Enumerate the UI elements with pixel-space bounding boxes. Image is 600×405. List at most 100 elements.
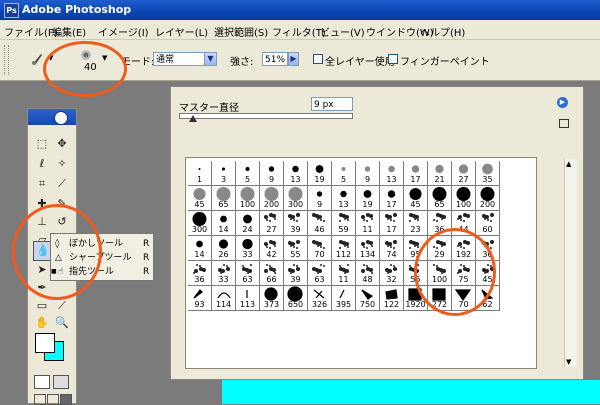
brush-preset-cell[interactable]: 100 [452, 186, 476, 211]
notes-tool-icon[interactable]: ▭ [33, 297, 51, 315]
brush-preset-cell[interactable]: 373 [260, 286, 284, 311]
brush-preset-cell[interactable]: 19 [356, 186, 380, 211]
brush-preset-cell[interactable]: 48 [356, 261, 380, 286]
brush-preset-cell[interactable]: 39 [284, 261, 308, 286]
zoom-tool-icon[interactable]: 🔍 [53, 314, 71, 332]
menu-file[interactable]: ファイル(F) [4, 24, 58, 39]
brush-preset-cell[interactable]: 27 [260, 211, 284, 236]
brush-preset-cell[interactable]: 114 [212, 286, 236, 311]
brush-preset-cell[interactable]: 11 [356, 211, 380, 236]
smudge-tool-preset-icon[interactable] [30, 50, 44, 66]
brush-preset-cell[interactable]: 113 [236, 286, 260, 311]
brush-preset-cell[interactable]: 65 [428, 186, 452, 211]
brush-preset-cell[interactable]: 45 [188, 186, 212, 211]
menu-filter[interactable]: フィルタ(T) [272, 24, 326, 39]
brush-preset-cell[interactable]: 650 [284, 286, 308, 311]
master-diameter-input[interactable]: 9 px [311, 97, 353, 111]
screen-mode-standard-icon[interactable] [34, 394, 46, 405]
brush-preset-cell[interactable]: 300 [188, 211, 212, 236]
brush-preset-cell[interactable]: 3 [212, 161, 236, 186]
brush-preset-cell[interactable]: 65 [212, 186, 236, 211]
menu-layer[interactable]: レイヤー(L) [155, 24, 208, 39]
move-tool-icon[interactable]: ✥ [53, 135, 71, 153]
foreground-color-swatch[interactable] [35, 333, 55, 353]
brush-preset-cell[interactable]: 750 [356, 286, 380, 311]
brush-preset-cell[interactable]: 21 [428, 161, 452, 186]
brush-preset-cell[interactable]: 60 [476, 211, 500, 236]
brush-preset-cell[interactable]: 39 [284, 211, 308, 236]
brush-preset-cell[interactable]: 33 [212, 261, 236, 286]
brush-preset-cell[interactable]: 395 [332, 286, 356, 311]
brush-preset-cell[interactable]: 326 [308, 286, 332, 311]
brush-preset-cell[interactable]: 9 [356, 161, 380, 186]
mode-dropdown-arrow[interactable]: ▼ [204, 52, 217, 66]
options-bar-grip[interactable] [4, 45, 9, 75]
menu-edit[interactable]: 編集(E) [52, 24, 86, 39]
menu-image[interactable]: イメージ(I) [98, 24, 149, 39]
brush-preset-cell[interactable]: 14 [188, 236, 212, 261]
strength-slider-toggle[interactable]: ▶ [288, 52, 299, 66]
scroll-up-arrow-icon[interactable]: ▲ [566, 160, 571, 168]
brush-preset-cell[interactable]: 46 [308, 211, 332, 236]
panel-resize-icon[interactable] [559, 119, 569, 128]
master-diameter-slider[interactable] [179, 113, 353, 119]
quick-mask-mode-icon[interactable] [53, 375, 69, 389]
marquee-tool-icon[interactable]: ⬚ [33, 135, 51, 153]
brush-preset-cell[interactable]: 200 [260, 186, 284, 211]
brush-preset-cell[interactable]: 13 [332, 186, 356, 211]
slice-tool-icon[interactable]: ⟋ [53, 175, 71, 193]
brush-preset-cell[interactable]: 33 [236, 236, 260, 261]
brush-grid-scrollbar[interactable]: ▲ ▼ [564, 159, 577, 367]
lasso-tool-icon[interactable]: ℓ [33, 155, 51, 173]
panel-menu-arrow-icon[interactable]: ▶ [557, 97, 568, 108]
menu-help[interactable]: ヘルプ(H) [420, 24, 465, 39]
brush-preset-cell[interactable]: 42 [260, 236, 284, 261]
magic-wand-tool-icon[interactable]: ✧ [53, 155, 71, 173]
standard-mode-icon[interactable] [34, 375, 50, 389]
screen-mode-full-icon[interactable] [60, 394, 72, 405]
document-canvas[interactable] [222, 380, 600, 404]
brush-preset-cell[interactable]: 23 [404, 211, 428, 236]
brush-preset-cell[interactable]: 5 [236, 161, 260, 186]
brush-preset-cell[interactable]: 27 [452, 161, 476, 186]
brush-preset-cell[interactable]: 26 [212, 236, 236, 261]
toolbox-header[interactable] [28, 109, 76, 125]
brush-preset-cell[interactable]: 32 [380, 261, 404, 286]
brush-preset-cell[interactable]: 9 [308, 186, 332, 211]
brush-preset-cell[interactable]: 66 [260, 261, 284, 286]
brush-preset-cell[interactable]: 200 [476, 186, 500, 211]
brush-preset-cell[interactable]: 5 [332, 161, 356, 186]
crop-tool-icon[interactable]: ⌗ [33, 175, 51, 193]
brush-preset-cell[interactable]: 14 [212, 211, 236, 236]
brush-preset-cell[interactable]: 63 [308, 261, 332, 286]
brush-preset-cell[interactable]: 1 [188, 161, 212, 186]
scroll-down-arrow-icon[interactable]: ▼ [566, 358, 571, 366]
hand-tool-icon[interactable]: ✋ [33, 314, 51, 332]
brush-preset-cell[interactable]: 100 [236, 186, 260, 211]
brush-preset-cell[interactable]: 63 [236, 261, 260, 286]
brush-preset-cell[interactable]: 19 [308, 161, 332, 186]
brush-preset-cell[interactable]: 17 [404, 161, 428, 186]
brush-preset-cell[interactable]: 17 [380, 211, 404, 236]
brush-preset-cell[interactable]: 24 [236, 211, 260, 236]
mode-select[interactable]: 通常 [153, 52, 205, 66]
brush-preset-cell[interactable]: 134 [356, 236, 380, 261]
brush-preset-cell[interactable]: 45 [404, 186, 428, 211]
menu-select[interactable]: 選択範囲(S) [214, 24, 268, 39]
brush-preset-cell[interactable]: 55 [284, 236, 308, 261]
brush-preset-cell[interactable]: 9 [260, 161, 284, 186]
brush-preset-cell[interactable]: 13 [380, 161, 404, 186]
slider-thumb-icon[interactable] [189, 115, 197, 122]
all-layers-checkbox[interactable] [313, 54, 323, 64]
brush-preset-cell[interactable]: 112 [332, 236, 356, 261]
brush-preset-cell[interactable]: 36 [188, 261, 212, 286]
brush-preset-cell[interactable]: 11 [332, 261, 356, 286]
brush-preset-cell[interactable]: 122 [380, 286, 404, 311]
brush-preset-cell[interactable]: 35 [476, 161, 500, 186]
menu-view[interactable]: ビュー(V) [320, 24, 365, 39]
brush-preset-cell[interactable]: 300 [284, 186, 308, 211]
screen-mode-full-menu-icon[interactable] [47, 394, 59, 405]
brush-preset-cell[interactable]: 74 [380, 236, 404, 261]
strength-input[interactable]: 51% [262, 52, 288, 66]
finger-paint-checkbox[interactable] [388, 54, 398, 64]
